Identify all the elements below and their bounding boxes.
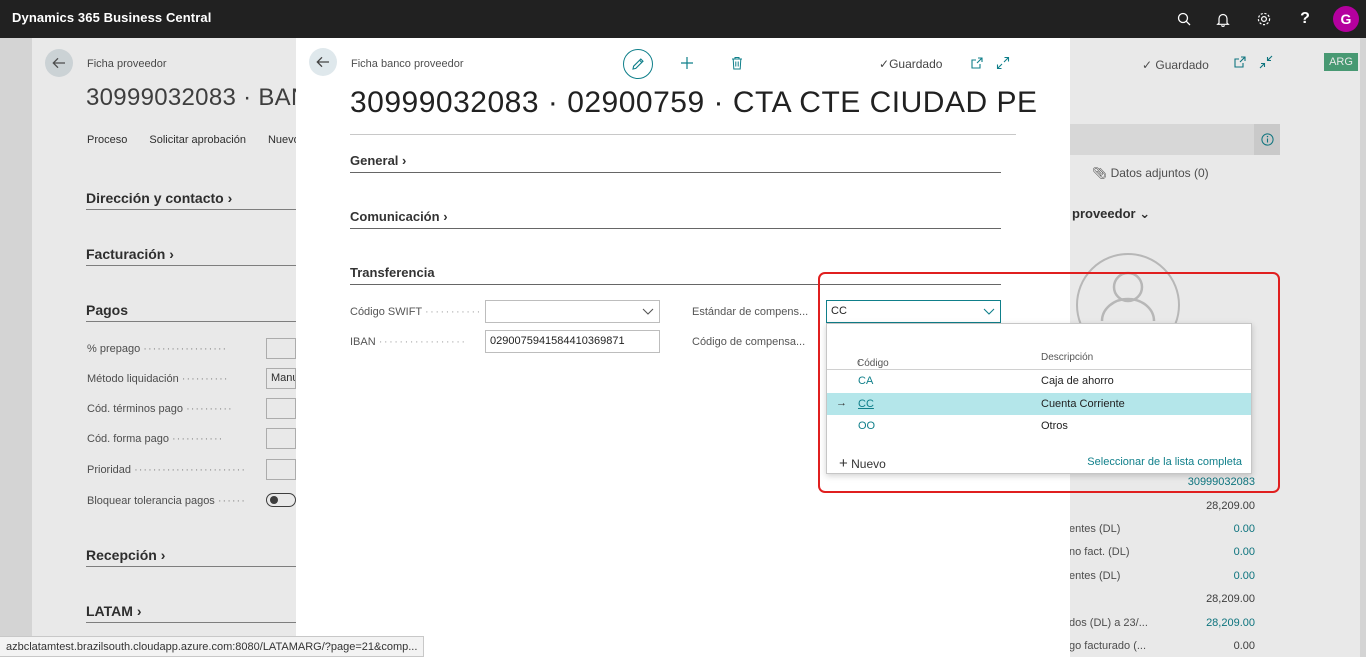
stat-label: entes (DL) [1069, 570, 1121, 582]
vendor-factbox-header[interactable]: proveedor ⌄ [1072, 206, 1150, 222]
divider [350, 134, 1016, 135]
stat-label: entes (DL) [1069, 523, 1121, 535]
forma-pago-input[interactable] [266, 428, 296, 449]
prioridad-input[interactable] [266, 459, 296, 480]
iban-input[interactable]: 0290075941584410369871 [485, 330, 660, 353]
field-label-terminos-pago: Cód. términos pago ·········· [87, 403, 233, 415]
modal-page-title: 30999032083 · 02900759 · CTA CTE CIUDAD … [350, 86, 1038, 119]
back-arrow-icon[interactable] [45, 49, 73, 77]
edit-icon[interactable] [623, 49, 653, 79]
plus-icon[interactable] [679, 55, 695, 71]
stat-value: 28,209.00 [1206, 593, 1255, 605]
modal-breadcrumb: Ficha banco proveedor [351, 58, 464, 70]
action-nuevo[interactable]: Nuevo [268, 134, 300, 146]
info-icon[interactable] [1254, 124, 1280, 155]
field-label-iban: IBAN ················· [350, 336, 467, 348]
chevron-right-icon: › [169, 246, 174, 262]
background-page-title: 30999032083 · BANC [86, 84, 327, 111]
region-badge: ARG [1324, 53, 1358, 71]
field-label-bloquear-tolerancia: Bloquear tolerancia pagos ······ [87, 495, 246, 507]
stat-value[interactable]: 0.00 [1234, 546, 1255, 558]
field-label-metodo-liquidacion: Método liquidación ·········· [87, 373, 229, 385]
field-label-prepago: % prepago ·················· [87, 343, 228, 355]
terminos-pago-input[interactable] [266, 398, 296, 419]
field-label-estandar-compensacion: Estándar de compens... [692, 306, 809, 318]
stat-value[interactable]: 0.00 [1234, 523, 1255, 535]
prepago-input[interactable] [266, 338, 296, 359]
bell-icon[interactable] [1212, 8, 1234, 30]
expand-icon[interactable] [995, 55, 1011, 71]
stat-label: no fact. (DL) [1069, 546, 1130, 558]
collapse-icon[interactable] [1259, 55, 1275, 71]
chevron-right-icon: › [443, 209, 448, 224]
divider [86, 209, 296, 210]
chevron-right-icon: › [136, 603, 142, 619]
user-avatar[interactable]: G [1333, 6, 1359, 32]
section-general[interactable]: General › [350, 153, 406, 168]
bloquear-tolerancia-toggle[interactable] [266, 493, 296, 507]
app-top-bar: Dynamics 365 Business Central ? G [0, 0, 1366, 38]
stat-label: go facturado (... [1069, 640, 1147, 652]
divider [86, 566, 296, 567]
open-new-window-icon[interactable] [1233, 55, 1249, 71]
section-recepcion[interactable]: Recepción › [86, 547, 165, 563]
section-comunicacion[interactable]: Comunicación › [350, 209, 448, 224]
stat-value[interactable]: 28,209.00 [1206, 617, 1255, 629]
chevron-right-icon: › [402, 153, 407, 168]
background-breadcrumb: Ficha proveedor [87, 58, 167, 70]
section-pagos[interactable]: Pagos [86, 302, 128, 318]
section-latam[interactable]: LATAM › [86, 603, 141, 619]
section-facturacion[interactable]: Facturación › [86, 246, 174, 262]
chevron-down-icon: ⌄ [1139, 206, 1151, 221]
field-label-codigo-compensacion: Código de compensa... [692, 336, 806, 348]
factbox-header [1070, 124, 1280, 155]
trash-icon[interactable] [729, 55, 745, 71]
stat-value[interactable]: 0.00 [1234, 570, 1255, 582]
help-icon[interactable]: ? [1294, 8, 1316, 30]
chevron-right-icon: › [160, 547, 166, 563]
paperclip-icon: 📎︎ [1092, 166, 1108, 180]
divider [86, 265, 296, 266]
modal-saved-status: ✓Guardado [879, 57, 943, 71]
divider [350, 172, 1001, 173]
field-label-prioridad: Prioridad ························ [87, 464, 247, 476]
field-label-swift: Código SWIFT ··········· [350, 306, 480, 318]
background-action-bar: Proceso Solicitar aprobación Nuevo [87, 134, 300, 146]
swift-code-select[interactable] [485, 300, 660, 323]
app-title[interactable]: Dynamics 365 Business Central [12, 10, 211, 25]
divider [86, 622, 296, 623]
open-new-window-icon[interactable] [969, 55, 985, 71]
action-proceso[interactable]: Proceso [87, 134, 127, 146]
attachments-link[interactable]: 📎︎ Datos adjuntos (0) [1092, 166, 1209, 180]
search-icon[interactable] [1173, 8, 1195, 30]
background-saved-status: ✓ Guardado [1142, 58, 1209, 72]
chevron-down-icon [642, 308, 654, 315]
section-transferencia[interactable]: Transferencia [350, 265, 435, 280]
chevron-right-icon: › [227, 190, 233, 206]
divider [86, 321, 296, 322]
gear-icon[interactable] [1253, 8, 1275, 30]
stat-value: 28,209.00 [1206, 500, 1255, 512]
checkmark-icon: ✓ [879, 57, 890, 71]
back-arrow-icon[interactable] [309, 48, 337, 76]
action-solicitar-aprobacion[interactable]: Solicitar aprobación [149, 134, 246, 146]
browser-status-url: azbclatamtest.brazilsouth.cloudapp.azure… [0, 636, 425, 657]
field-label-forma-pago: Cód. forma pago ··········· [87, 433, 224, 445]
section-direccion-contacto[interactable]: Dirección y contacto › [86, 190, 232, 206]
stat-label: dos (DL) a 23/... [1069, 617, 1148, 629]
stat-value: 0.00 [1233, 640, 1255, 652]
annotation-highlight [818, 272, 1280, 493]
divider [350, 228, 1001, 229]
metodo-liquidacion-select[interactable]: Manu [266, 368, 296, 389]
